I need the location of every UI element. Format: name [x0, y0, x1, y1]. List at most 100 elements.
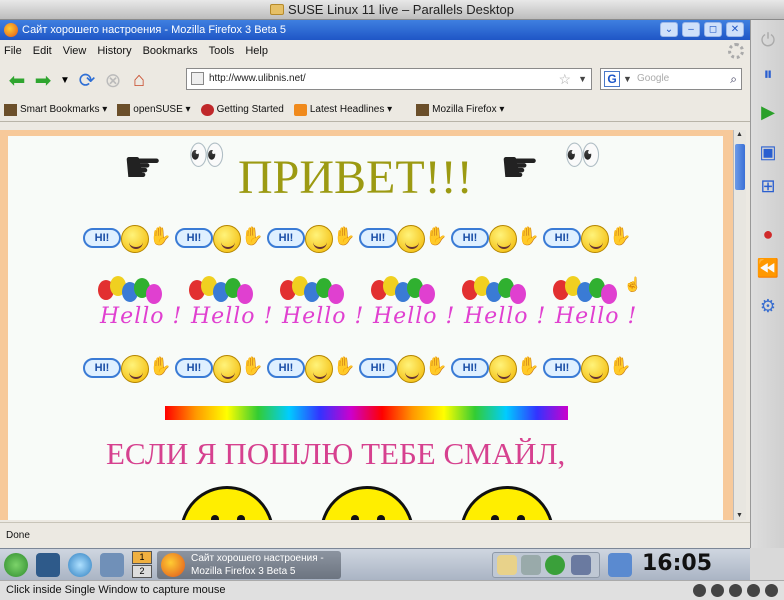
vertical-scrollbar[interactable]: ▲ ▼ [733, 130, 746, 520]
search-icon[interactable]: ⌕ [730, 69, 737, 89]
stop-icon[interactable]: ⊗ [100, 67, 126, 93]
close-button[interactable]: ✕ [726, 22, 744, 37]
window-mode-icon[interactable]: ▣ [756, 140, 780, 164]
firefox-icon [161, 553, 185, 577]
back-arrow-icon[interactable]: ⬅ [4, 67, 30, 93]
smiley-face-icon [305, 225, 333, 253]
menu-bar: File Edit View History Bookmarks Tools H… [0, 40, 750, 62]
bookmark-latest-headlines[interactable]: Latest Headlines ▾ [293, 103, 392, 116]
scroll-down-icon[interactable]: ▼ [736, 512, 743, 519]
scroll-up-icon[interactable]: ▲ [736, 131, 743, 138]
volume-icon[interactable] [521, 555, 541, 575]
menu-bookmarks[interactable]: Bookmarks [143, 45, 198, 57]
hi-bubble: HI! [451, 358, 489, 378]
browser-launcher-icon[interactable] [68, 553, 92, 577]
reload-icon[interactable]: ⟳ [74, 67, 100, 93]
navigation-toolbar: ⬅ ➡ ▼ ⟳ ⊗ ⌂ http://www.ulibnis.net/ ☆ ▼ … [0, 62, 750, 98]
hi-smiley: HI! ✋ [175, 222, 267, 256]
scroll-thumb[interactable] [735, 144, 745, 190]
start-menu-icon[interactable] [4, 553, 28, 577]
menu-edit[interactable]: Edit [33, 45, 52, 57]
menu-file[interactable]: File [4, 45, 22, 57]
url-text: http://www.ulibnis.net/ [209, 73, 306, 84]
waving-hand-icon: ✋ [333, 226, 356, 246]
show-desktop-icon[interactable] [608, 553, 632, 577]
task-title-line1: Сайт хорошего настроения - [191, 553, 324, 564]
forward-arrow-icon[interactable]: ➡ [30, 67, 56, 93]
maximize-button[interactable]: ◻ [704, 22, 722, 37]
usb-icon[interactable] [747, 584, 760, 597]
waving-hand-icon: ✋ [149, 226, 172, 246]
hi-smiley-row: HI! ✋ HI! ✋ HI! ✋ HI! ✋ HI! ✋ HI! ✋ [83, 352, 635, 386]
hi-bubble: HI! [543, 228, 581, 248]
taskbar-task-firefox[interactable]: Сайт хорошего настроения - Mozilla Firef… [157, 551, 341, 579]
history-dropdown-icon[interactable]: ▼ [56, 67, 74, 93]
balloon-icon [237, 284, 253, 304]
pager-desktop-1[interactable]: 1 [132, 551, 152, 564]
bookmark-smart-bookmarks[interactable]: Smart Bookmarks ▾ [4, 103, 107, 116]
menu-history[interactable]: History [97, 45, 131, 57]
pause-icon[interactable]: ⏸ [756, 62, 780, 86]
floppy-icon[interactable] [729, 584, 742, 597]
updater-icon[interactable] [545, 555, 565, 575]
bookmark-label: Smart Bookmarks [20, 104, 100, 115]
taskbar: 1 2 Сайт хорошего настроения - Mozilla F… [0, 548, 750, 580]
bookmark-label: Getting Started [216, 104, 284, 115]
hi-smiley: HI! ✋ [451, 352, 543, 386]
hi-bubble: HI! [543, 358, 581, 378]
url-input[interactable]: http://www.ulibnis.net/ ☆ ▼ [186, 68, 592, 90]
firefox-icon [4, 23, 18, 37]
waving-hand-icon: ✋ [333, 356, 356, 376]
home-icon[interactable]: ⌂ [126, 67, 152, 93]
hi-bubble: HI! [83, 358, 121, 378]
eyes-icon: 👀 [564, 139, 602, 172]
waving-hand-icon: ✋ [425, 356, 448, 376]
network-status-icon[interactable] [765, 584, 778, 597]
hello-text: Hello ! [282, 304, 365, 329]
rewind-icon[interactable]: ⏪ [756, 256, 780, 280]
hi-bubble: HI! [267, 228, 305, 248]
search-input[interactable]: G ▼ Google ⌕ [600, 68, 742, 90]
folder-icon [4, 103, 17, 116]
power-icon[interactable]: ⏻ [756, 28, 780, 52]
keyboard-icon[interactable] [693, 584, 706, 597]
page-viewport[interactable]: ☛ 👀 ПРИВЕТ!!! ☛ 👀 HI! ✋ HI! ✋ HI! ✋ HI! ✋ HI! ✋ HI… [0, 130, 733, 520]
record-icon[interactable]: ● [756, 222, 780, 246]
hi-bubble: HI! [175, 228, 213, 248]
coherence-icon[interactable]: ⊞ [756, 174, 780, 198]
url-dropdown-icon[interactable]: ▼ [578, 69, 587, 89]
file-manager-icon[interactable] [100, 553, 124, 577]
hi-smiley: HI! ✋ [83, 222, 175, 256]
firefox-titlebar[interactable]: Сайт хорошего настроения - Mozilla Firef… [0, 20, 750, 40]
engine-dropdown-icon[interactable]: ▼ [623, 69, 632, 89]
menu-view[interactable]: View [63, 45, 87, 57]
site-identity-icon[interactable] [191, 72, 204, 85]
waving-hand-icon: ✋ [517, 356, 540, 376]
smiley-face-icon [305, 355, 333, 383]
google-engine-icon[interactable]: G [604, 71, 620, 87]
minimize-button[interactable]: – [682, 22, 700, 37]
bookmark-label: Latest Headlines [309, 104, 385, 115]
menu-tools[interactable]: Tools [209, 45, 235, 57]
bookmark-star-icon[interactable]: ☆ [558, 69, 571, 89]
clock[interactable]: 16:05 [642, 551, 712, 576]
cd-icon[interactable] [711, 584, 724, 597]
network-icon[interactable] [571, 555, 591, 575]
settings-gear-icon[interactable]: ⚙ [756, 294, 780, 318]
play-icon[interactable]: ▶ [756, 100, 780, 124]
bookmark-label: openSUSE [133, 104, 183, 115]
balloon-icon [601, 284, 617, 304]
window-menu-button[interactable]: ⌄ [660, 22, 678, 37]
hi-smiley: HI! ✋ [267, 222, 359, 256]
menu-help[interactable]: Help [245, 45, 268, 57]
hello-balloon-row: Hello ! Hello ! Hello ! Hello ! Hello ! Hello… [96, 274, 642, 334]
bookmark-opensuse[interactable]: openSUSE ▾ [117, 103, 191, 116]
hi-smiley: HI! ✋ [175, 352, 267, 386]
clipboard-icon[interactable] [497, 555, 517, 575]
pager-desktop-2[interactable]: 2 [132, 565, 152, 578]
desktop-icon[interactable] [36, 553, 60, 577]
bookmarks-toolbar: Smart Bookmarks ▾ openSUSE ▾ Getting Sta… [0, 98, 750, 122]
big-smiley-icon [320, 486, 414, 520]
bookmark-mozilla-firefox[interactable]: Mozilla Firefox ▾ [416, 103, 504, 116]
bookmark-getting-started[interactable]: Getting Started [200, 103, 284, 116]
